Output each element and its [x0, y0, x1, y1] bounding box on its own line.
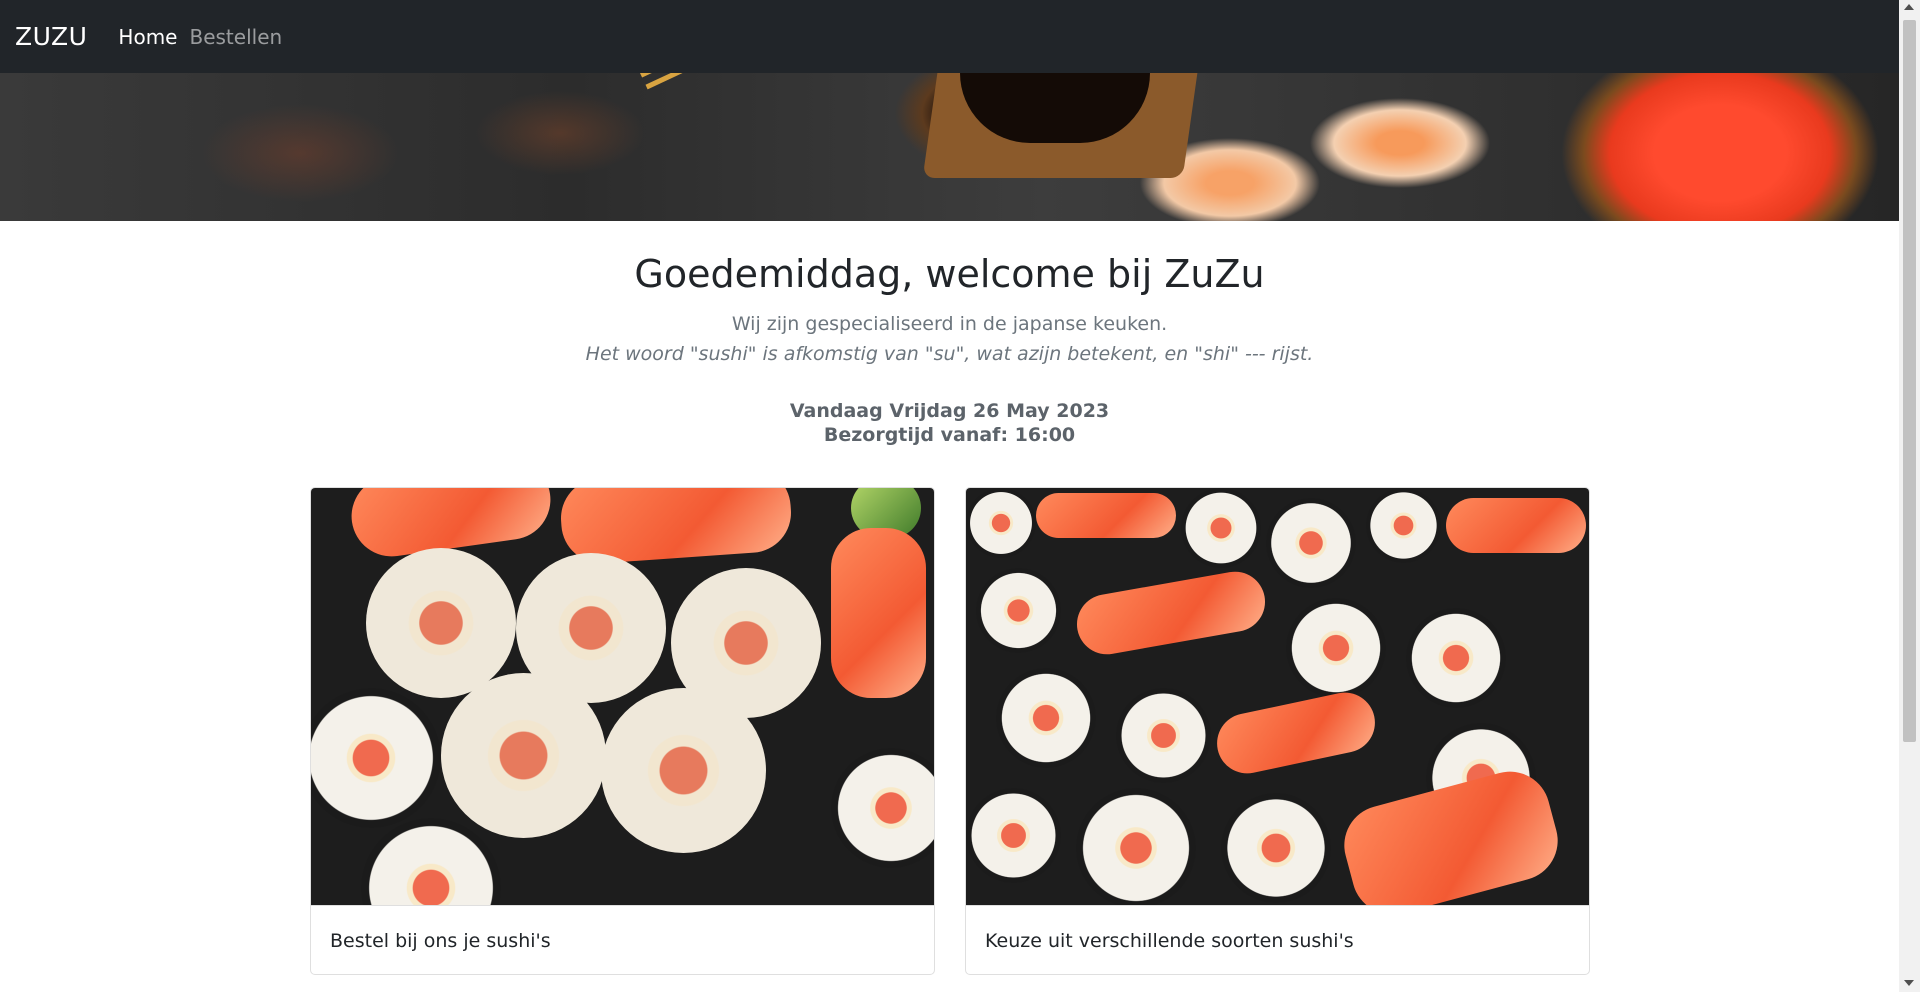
sushi-roll-graphic [1076, 788, 1196, 905]
sushi-roll-graphic [1116, 688, 1211, 783]
sushi-roll-graphic [366, 548, 516, 698]
sushi-rolls-image [311, 488, 934, 905]
card-sushi-variety[interactable]: Keuze uit verschillende soorten sushi's [965, 487, 1590, 975]
page-title: Goedemiddag, welcome bij ZuZu [634, 252, 1265, 296]
nav-home-link[interactable]: Home [118, 25, 177, 49]
today-date: Vandaag Vrijdag 26 May 2023 [789, 400, 1110, 422]
salmon-nigiri-graphic [1446, 498, 1586, 553]
sushi-roll-graphic [1266, 498, 1356, 588]
sushi-roll-graphic [831, 748, 934, 868]
sushi-roll-graphic [601, 688, 766, 853]
brand-link[interactable]: ZUZU [15, 22, 87, 51]
sushi-roll-graphic [1406, 608, 1506, 708]
navbar: ZUZU Home Bestellen [0, 0, 1899, 73]
vertical-scrollbar[interactable] [1899, 0, 1920, 992]
hero-banner-image [0, 73, 1899, 221]
scroll-down-icon[interactable] [1904, 980, 1914, 986]
subtitle: Wij zijn gespecialiseerd in de japanse k… [731, 313, 1168, 335]
delivery-time: Bezorgtijd vanaf: 16:00 [823, 424, 1076, 446]
sushi-roll-graphic [966, 488, 1036, 558]
scroll-up-icon[interactable] [1904, 4, 1914, 10]
sushi-platter-image [966, 488, 1589, 905]
sushi-roll-graphic [311, 688, 441, 828]
sushi-roll-graphic [441, 673, 606, 838]
scroll-thumb[interactable] [1903, 20, 1916, 742]
sushi-roll-graphic [361, 818, 501, 905]
nav-bestellen-link[interactable]: Bestellen [189, 25, 282, 49]
shrimp-nigiri-graphic [831, 528, 926, 698]
sushi-etymology-text: Het woord "sushi" is afkomstig van "su",… [585, 343, 1314, 365]
card-text: Bestel bij ons je sushi's [311, 905, 934, 974]
salmon-nigiri-graphic [1072, 566, 1270, 660]
sushi-roll-graphic [966, 788, 1061, 883]
sushi-roll-graphic [1366, 488, 1441, 563]
sushi-roll-graphic [1286, 598, 1386, 698]
chopsticks-graphic [640, 73, 712, 90]
salmon-nigiri-graphic [1211, 687, 1381, 779]
sushi-roll-graphic [1181, 488, 1261, 568]
sushi-roll-graphic [976, 568, 1061, 653]
card-order-sushi[interactable]: Bestel bij ons je sushi's [310, 487, 935, 975]
salmon-nigiri-graphic [1036, 493, 1176, 538]
sushi-roll-graphic [996, 668, 1096, 768]
card-text: Keuze uit verschillende soorten sushi's [966, 905, 1589, 974]
sushi-roll-graphic [1221, 793, 1331, 903]
